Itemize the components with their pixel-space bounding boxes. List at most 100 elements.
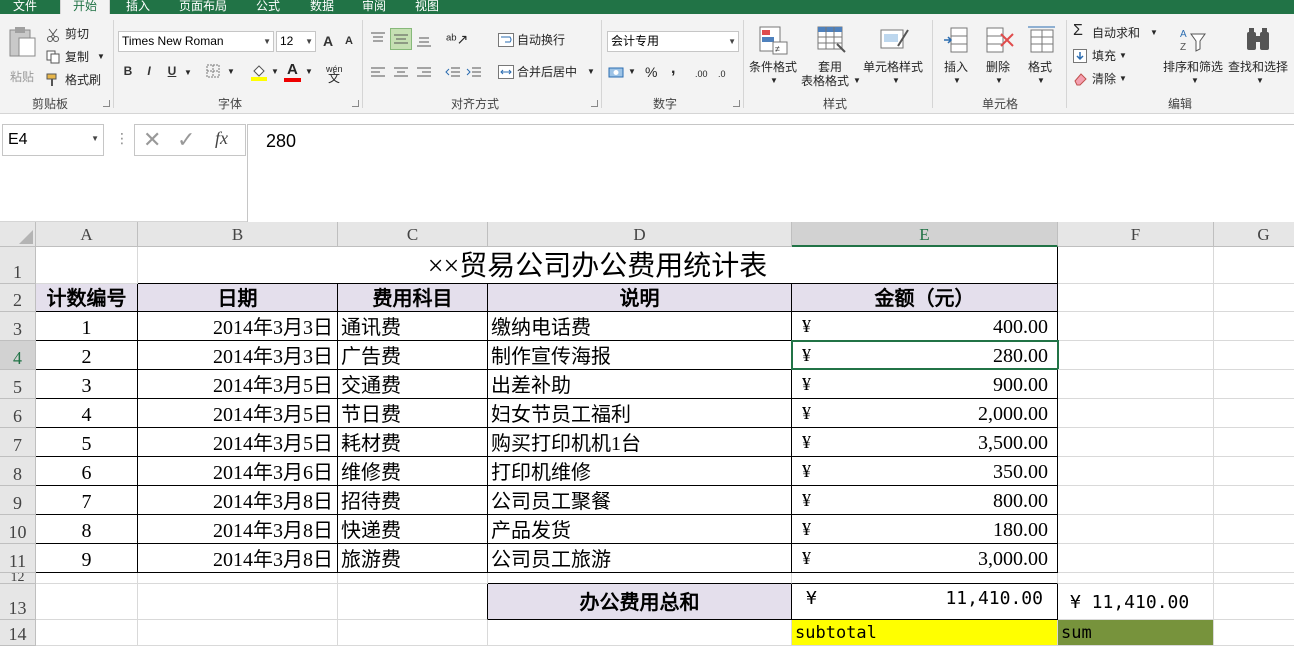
underline-button[interactable]: U xyxy=(163,62,181,80)
tab-formulas[interactable]: 公式 xyxy=(246,0,290,14)
insert-cells-button[interactable]: 插入 ▼ xyxy=(938,24,978,90)
description-cell[interactable]: 购买打印机机1台 xyxy=(488,428,792,457)
amount-cell[interactable]: ¥350.00 xyxy=(792,457,1058,486)
merge-center-button[interactable]: 合并后居中 ▼ xyxy=(498,64,598,82)
cell-a1[interactable] xyxy=(36,247,138,284)
find-select-button[interactable]: 查找和选择 ▼ xyxy=(1228,24,1292,90)
row-header-7[interactable]: 7 xyxy=(0,428,36,457)
sort-filter-button[interactable]: AZ 排序和筛选 ▼ xyxy=(1161,24,1227,90)
count-cell[interactable]: 1 xyxy=(36,312,138,341)
description-cell[interactable]: 出差补助 xyxy=(488,370,792,399)
count-cell[interactable]: 4 xyxy=(36,399,138,428)
description-cell[interactable]: 妇女节员工福利 xyxy=(488,399,792,428)
count-cell[interactable]: 7 xyxy=(36,486,138,515)
cell-a12[interactable] xyxy=(36,573,138,584)
percent-button[interactable]: % xyxy=(645,65,657,79)
font-size-combo[interactable]: 12 ▼ xyxy=(276,31,316,52)
row-header-6[interactable]: 6 xyxy=(0,399,36,428)
header-cell[interactable]: 日期 xyxy=(138,284,338,312)
wrap-text-button[interactable]: 自动换行 xyxy=(498,32,578,50)
amount-cell[interactable]: ¥2,000.00 xyxy=(792,399,1058,428)
cell-f1[interactable] xyxy=(1058,247,1214,284)
shrink-font-button[interactable]: A xyxy=(340,32,358,50)
select-all-button[interactable] xyxy=(0,222,36,247)
clear-button[interactable]: 清除 ▼ xyxy=(1073,71,1143,89)
header-cell[interactable]: 说明 xyxy=(488,284,792,312)
font-color-button[interactable]: A ▼ xyxy=(284,62,314,83)
empty-cell[interactable] xyxy=(1214,399,1294,428)
cell-e12[interactable] xyxy=(792,573,1058,584)
row-header-9[interactable]: 9 xyxy=(0,486,36,515)
empty-cell[interactable] xyxy=(1214,428,1294,457)
date-cell[interactable]: 2014年3月5日 xyxy=(138,428,338,457)
column-header-e[interactable]: E xyxy=(792,222,1058,247)
align-right-icon[interactable] xyxy=(416,66,432,80)
increase-decimal-button[interactable]: .00 xyxy=(695,67,708,81)
date-cell[interactable]: 2014年3月5日 xyxy=(138,399,338,428)
amount-cell[interactable]: ¥900.00 xyxy=(792,370,1058,399)
date-cell[interactable]: 2014年3月6日 xyxy=(138,457,338,486)
date-cell[interactable]: 2014年3月8日 xyxy=(138,486,338,515)
header-cell[interactable]: 金额（元） xyxy=(792,284,1058,312)
decrease-decimal-button[interactable]: .0 xyxy=(718,67,726,81)
count-cell[interactable]: 3 xyxy=(36,370,138,399)
description-cell[interactable]: 缴纳电话费 xyxy=(488,312,792,341)
count-cell[interactable]: 5 xyxy=(36,428,138,457)
insert-function-icon[interactable]: fx xyxy=(215,128,228,149)
date-cell[interactable]: 2014年3月3日 xyxy=(138,341,338,370)
date-cell[interactable]: 2014年3月3日 xyxy=(138,312,338,341)
cell-g13[interactable] xyxy=(1214,584,1294,620)
cell-b14[interactable] xyxy=(138,620,338,646)
category-cell[interactable]: 维修费 xyxy=(338,457,488,486)
cell-b12[interactable] xyxy=(138,573,338,584)
tab-data[interactable]: 数据 xyxy=(300,0,344,14)
tab-view[interactable]: 视图 xyxy=(405,0,449,14)
date-cell[interactable]: 2014年3月8日 xyxy=(138,544,338,573)
row-header-1[interactable]: 1 xyxy=(0,247,36,284)
empty-cell[interactable] xyxy=(1214,486,1294,515)
alignment-launcher-icon[interactable] xyxy=(591,100,598,107)
amount-cell[interactable]: ¥800.00 xyxy=(792,486,1058,515)
align-bottom-icon[interactable] xyxy=(416,34,432,48)
cell-a13[interactable] xyxy=(36,584,138,620)
phonetic-button[interactable]: wén 文 xyxy=(326,62,352,85)
category-cell[interactable]: 通讯费 xyxy=(338,312,488,341)
grow-font-button[interactable]: A xyxy=(319,32,337,50)
conditional-format-button[interactable]: ≠ 条件格式 ▼ xyxy=(748,24,800,90)
format-painter-button[interactable]: 格式刷 xyxy=(46,72,106,90)
cell-d12[interactable] xyxy=(488,573,792,584)
empty-cell[interactable] xyxy=(1058,312,1214,341)
format-cells-button[interactable]: 格式 ▼ xyxy=(1022,24,1062,90)
description-cell[interactable]: 制作宣传海报 xyxy=(488,341,792,370)
header-cell[interactable]: 费用科目 xyxy=(338,284,488,312)
count-cell[interactable]: 9 xyxy=(36,544,138,573)
amount-cell[interactable]: ¥280.00 xyxy=(792,341,1058,370)
format-as-table-button[interactable]: 套用 表格格式 ▼ xyxy=(801,24,861,90)
cell-d14[interactable] xyxy=(488,620,792,646)
row-header-3[interactable]: 3 xyxy=(0,312,36,341)
cancel-icon[interactable]: ✕ xyxy=(143,127,161,153)
formula-input[interactable]: 280 xyxy=(247,124,1294,222)
cut-button[interactable]: 剪切 xyxy=(46,26,106,44)
column-header-a[interactable]: A xyxy=(36,222,138,247)
description-cell[interactable]: 公司员工聚餐 xyxy=(488,486,792,515)
cell-c13[interactable] xyxy=(338,584,488,620)
tab-page-layout[interactable]: 页面布局 xyxy=(170,0,236,14)
tab-insert[interactable]: 插入 xyxy=(115,0,161,14)
delete-cells-button[interactable]: 删除 ▼ xyxy=(980,24,1020,90)
category-cell[interactable]: 招待费 xyxy=(338,486,488,515)
cell-g12[interactable] xyxy=(1214,573,1294,584)
row-header-12[interactable]: 12 xyxy=(0,573,36,584)
fill-color-button[interactable]: ▼ xyxy=(250,63,280,83)
row-header-8[interactable]: 8 xyxy=(0,457,36,486)
column-header-d[interactable]: D xyxy=(488,222,792,247)
empty-cell[interactable] xyxy=(1058,515,1214,544)
empty-cell[interactable] xyxy=(1058,486,1214,515)
clipboard-launcher-icon[interactable] xyxy=(103,100,110,107)
sum-label-cell[interactable]: sum xyxy=(1058,620,1214,646)
paste-button[interactable]: 粘贴 xyxy=(4,24,40,84)
empty-cell[interactable] xyxy=(1058,544,1214,573)
category-cell[interactable]: 快递费 xyxy=(338,515,488,544)
number-format-combo[interactable]: 会计专用 ▼ xyxy=(607,31,739,52)
font-launcher-icon[interactable] xyxy=(352,100,359,107)
